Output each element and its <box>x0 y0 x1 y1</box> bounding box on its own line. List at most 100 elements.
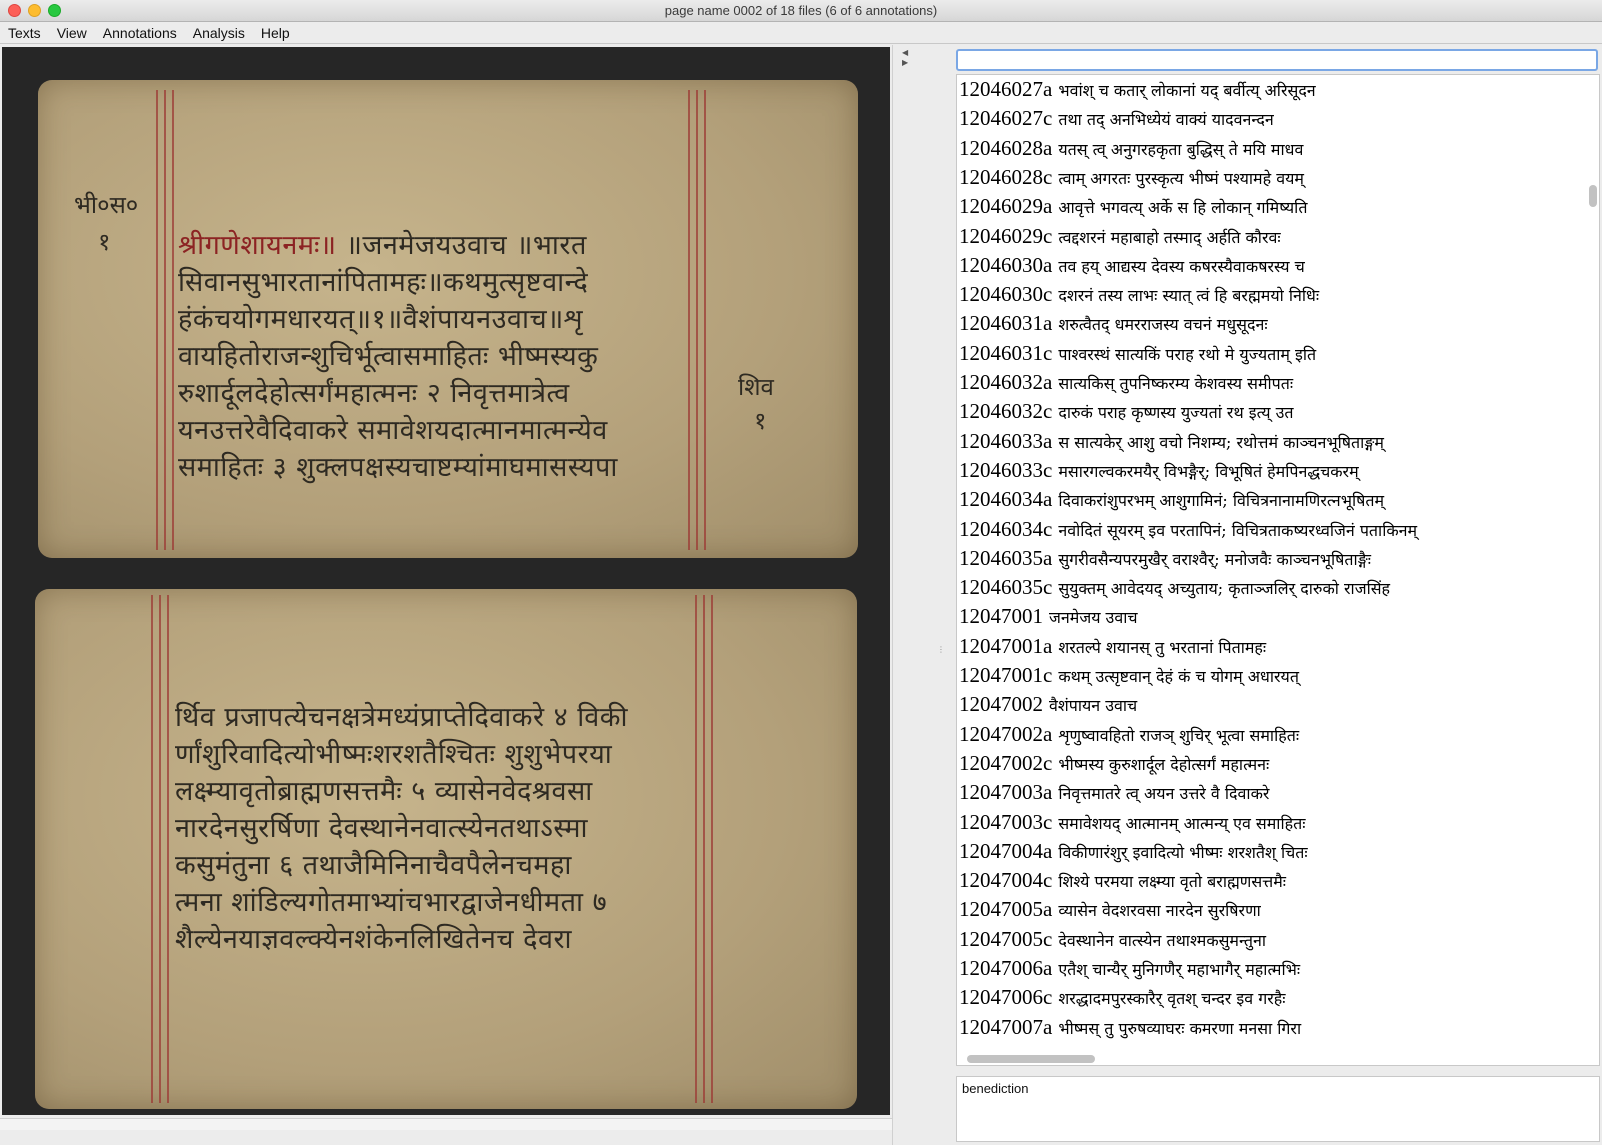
verse-id: 12046035c <box>959 575 1053 600</box>
verse-list-item[interactable]: 12047004c शिश्ये परमया लक्ष्म्या वृतो बरा… <box>959 868 1286 898</box>
verse-list-item[interactable]: 12047002 वैशंपायन उवाच <box>959 692 1137 722</box>
verse-text: पाश्वरस्थं सात्यकिं पराह रथो मे युज्यताम… <box>1058 344 1317 364</box>
verse-id: 12046034a <box>959 487 1053 512</box>
verse-list-item[interactable]: 12046034c नवोदितं सूयरम् इव परतापिनं; विच… <box>959 517 1417 547</box>
manuscript-line: श्रीगणेशायनमः॥ ॥जनमेजयउवाच ॥भारत <box>178 225 587 262</box>
verse-text: कथम् उत्सृष्टवान् देहं कं च योगम् अधारयत… <box>1058 667 1299 686</box>
verse-list-item[interactable]: 12046027a भवांश् च कतार् लोकानां यद् बर्व… <box>959 77 1316 107</box>
verse-text: मसारगल्वकरमयैर् विभङ्गैर्; विभूषितं हेमप… <box>1058 461 1359 481</box>
verse-list-item[interactable]: 12047001a शरतल्पे शयानस् तु भरतानां पिताम… <box>959 634 1266 664</box>
manuscript-text: हंकंचयोगमधारयत्॥१॥वैशंपायनउवाच॥शृ <box>178 304 584 335</box>
verse-list-item[interactable]: 12046033a स सात्यकेर् आशु वचो निशम्य; रथो… <box>959 429 1384 459</box>
verse-id: 12046027c <box>959 106 1053 131</box>
verse-list-item[interactable]: 12047006a एतैश् चान्यैर् मुनिगणैर् महाभाग… <box>959 956 1300 986</box>
verse-text: सुगरीवसैन्यपरमुखैर् वराश्वैर्; मनोजवैः क… <box>1058 549 1371 569</box>
verse-list-item[interactable]: 12047002a शृणुष्वावहितो राजञ् शुचिर् भूत्… <box>959 722 1299 752</box>
margin-folio-number-left: १ <box>98 228 111 256</box>
verse-list-item[interactable]: 12047004a विकीणारंशुर् इवादित्यो भीष्मः श… <box>959 839 1308 869</box>
window-titlebar: page name 0002 of 18 files (6 of 6 annot… <box>0 0 1602 22</box>
verse-list-item[interactable]: 12046028c त्वाम् अगरतः पुरस्कृत्य भीष्मं … <box>959 165 1304 195</box>
manuscript-image[interactable]: भी०स० १ शिव १ श्रीगणेशायनमः॥ ॥जनमेजयउवाच… <box>2 47 890 1115</box>
menu-view[interactable]: View <box>49 25 95 41</box>
verse-id: 12047002a <box>959 721 1053 746</box>
verse-list-item[interactable]: 12047001c कथम् उत्सृष्टवान् देहं कं च योग… <box>959 663 1299 693</box>
manuscript-image-pane: भी०स० १ शिव १ श्रीगणेशायनमः॥ ॥जनमेजयउवाच… <box>0 45 892 1117</box>
verse-text: निवृत्तमातरे त्व् अयन उत्तरे वै दिवाकरे <box>1058 784 1270 804</box>
margin-shiva: शिव <box>738 373 774 401</box>
verse-id: 12047006c <box>959 985 1053 1010</box>
manuscript-line: हंकंचयोगमधारयत्॥१॥वैशंपायनउवाच॥शृ <box>178 299 583 336</box>
search-input[interactable] <box>956 49 1598 71</box>
manuscript-line: सिवानसुभारतानांपितामहः॥कथमुत्सृष्टवान्दे <box>178 262 588 299</box>
verse-id: 12047001c <box>959 663 1053 687</box>
verse-list-item[interactable]: 12046029a आवृत्ते भगवत्य् अर्के स हि लोका… <box>959 194 1307 224</box>
verse-id: 12046033a <box>959 428 1053 453</box>
verse-list-item[interactable]: 12046030a तव हय् आद्यस्य देवस्य कषरस्यैवा… <box>959 253 1305 283</box>
manuscript-text: वायहितोराजन्शुचिर्भूत्वासमाहितः भीष्मस्य… <box>178 341 599 372</box>
manuscript-text: ॥जनमेजयउवाच ॥भारत <box>336 230 587 261</box>
verse-text: यतस् त्व् अनुगरहकृता बुद्धिस् ते मयि माध… <box>1058 139 1304 159</box>
verse-list-item[interactable]: 12046032a सात्यकिस् तुपनिष्करम्य केशवस्य … <box>959 370 1293 400</box>
verse-list[interactable]: 12046027a भवांश् च कतार् लोकानां यद् बर्व… <box>956 74 1600 1066</box>
verse-list-item[interactable]: 12046034a दिवाकरांशुपरभम् आशुगामिनं; विचि… <box>959 487 1384 517</box>
verse-list-item[interactable]: 12047001 जनमेजय उवाच <box>959 604 1138 634</box>
verse-list-item[interactable]: 12047003a निवृत्तमातरे त्व् अयन उत्तरे वै… <box>959 780 1269 810</box>
annotation-note-field[interactable]: benediction <box>956 1076 1600 1142</box>
verse-list-item[interactable]: 12047007a भीष्मस् तु पुरुषव्याघरः कमरणा म… <box>959 1015 1301 1045</box>
menu-analysis[interactable]: Analysis <box>185 25 253 41</box>
menu-annotations[interactable]: Annotations <box>95 25 185 41</box>
margin-abbreviation: भी०स० <box>74 191 139 219</box>
rubric-text: श्रीगणेशायनमः॥ <box>178 230 337 261</box>
verse-text: दारुकं पराह कृष्णस्य युज्यतां रथ इत्य् उ… <box>1058 403 1294 423</box>
collapse-right-arrow-icon[interactable]: ▶ <box>902 58 908 67</box>
verse-id: 12047006a <box>959 956 1053 980</box>
verse-list-item[interactable]: 12046029c त्वद्दशरनं महाबाहो तस्माद् अर्ह… <box>959 224 1281 254</box>
manuscript-text: सिवानसुभारतानांपितामहः॥कथमुत्सृष्टवान्दे <box>178 267 589 298</box>
verse-list-item[interactable]: 12046035c सुयुक्तम् आवेदयद् अच्युताय; कृत… <box>959 575 1390 605</box>
verse-list-item[interactable]: 12046031a शरुत्वैतद् धमरराजस्य वचनं मधुसू… <box>959 311 1268 341</box>
verse-list-item[interactable]: 12046028a यतस् त्व् अनुगरहकृता बुद्धिस् त… <box>959 136 1303 166</box>
verse-list-item[interactable]: 12046035a सुगरीवसैन्यपरमुखैर् वराश्वैर्; … <box>959 546 1371 576</box>
verse-id: 12047005c <box>959 926 1053 951</box>
verse-id: 12047003c <box>959 809 1053 834</box>
verse-id: 12046031a <box>959 311 1053 336</box>
manuscript-line: कसुमंतुना ६ तथाजैमिनिनाचैवपैलेनचमहा <box>175 850 572 881</box>
window-title: page name 0002 of 18 files (6 of 6 annot… <box>664 3 938 18</box>
verse-list-item[interactable]: 12046027c तथा तद् अनभिध्येयं वाक्यं यादवन… <box>959 106 1274 136</box>
verse-list-item[interactable]: 12047005c देवस्थानेन वात्स्येन तथाश्मकसुम… <box>959 927 1266 957</box>
pane-splitter[interactable]: ◀ ▶ ⋮ <box>892 45 945 1145</box>
verse-list-item[interactable]: 12047002c भीष्मस्य कुरुशार्दूल देहोत्सर्ग… <box>959 751 1269 781</box>
verse-list-item[interactable]: 12046031c पाश्वरस्थं सात्यकिं पराह रथो मे… <box>959 341 1316 371</box>
verse-id: 12046031c <box>959 340 1053 365</box>
verse-text: शृणुष्वावहितो राजञ् शुचिर् भूत्वा समाहित… <box>1058 725 1300 745</box>
verse-list-item[interactable]: 12046033c मसारगल्वकरमयैर् विभङ्गैर्; विभू… <box>959 458 1359 488</box>
menu-texts[interactable]: Texts <box>0 25 49 41</box>
verse-list-item[interactable]: 12047003c समावेशयद् आत्मानम् आत्मन्य् एव … <box>959 810 1305 840</box>
verse-list-item[interactable]: 12046032c दारुकं पराह कृष्णस्य युज्यतां र… <box>959 399 1294 429</box>
collapse-left-arrow-icon[interactable]: ◀ <box>902 48 908 57</box>
verse-list-item[interactable]: 12047006c शरद्धादमपुरस्कारैर् वृतश् चन्दर… <box>959 985 1286 1015</box>
verse-list-item[interactable]: 12046030c दशरनं तस्य लाभः स्यात् त्वं हि … <box>959 282 1319 312</box>
verse-list-vertical-scrollbar[interactable] <box>1589 185 1597 207</box>
verse-id: 12046032c <box>959 399 1053 424</box>
verse-id: 12046030a <box>959 252 1053 277</box>
image-horizontal-scrollbar[interactable] <box>0 1118 892 1130</box>
verse-text: नवोदितं सूयरम् इव परतापिनं; विचित्रताकष्… <box>1058 520 1418 540</box>
verse-list-item[interactable]: 12047005a व्यासेन वेदशरवसा नारदेन सुरषिरण… <box>959 897 1261 927</box>
manuscript-text: यनउत्तरेवैदिवाकरे समावेशयदात्मानमात्मन्य… <box>178 415 608 446</box>
verse-text: भवांश् च कतार् लोकानां यद् बर्वीत्य् अरि… <box>1058 81 1316 100</box>
verse-id: 12046034c <box>959 516 1053 541</box>
verse-text: भीष्मस्य कुरुशार्दूल देहोत्सर्गं महात्मन… <box>1058 754 1270 774</box>
manuscript-line: र्णांशुरिवादित्योभीष्मःशरशतैश्चितः शुशुभ… <box>175 739 613 770</box>
verse-text: त्वद्दशरनं महाबाहो तस्माद् अर्हति कौरवः <box>1058 227 1281 247</box>
menu-help[interactable]: Help <box>253 25 298 41</box>
verse-text: शरुत्वैतद् धमरराजस्य वचनं मधुसूदनः <box>1058 315 1268 335</box>
verse-id: 12047004c <box>959 868 1053 893</box>
verse-text: तथा तद् अनभिध्येयं वाक्यं यादवनन्दन <box>1058 110 1274 130</box>
verse-list-horizontal-scrollbar[interactable] <box>967 1055 1095 1063</box>
verse-id: 12046029a <box>959 194 1053 219</box>
verse-text: आवृत्ते भगवत्य् अर्के स हि लोकान् गमिष्य… <box>1058 198 1308 218</box>
verse-id: 12046030c <box>959 282 1053 307</box>
splitter-grip-icon[interactable]: ⋮ <box>937 645 945 654</box>
manuscript-leaf-bottom: र्थिव प्रजापत्येचनक्षत्रेमध्यंप्राप्तेदि… <box>35 589 857 1109</box>
